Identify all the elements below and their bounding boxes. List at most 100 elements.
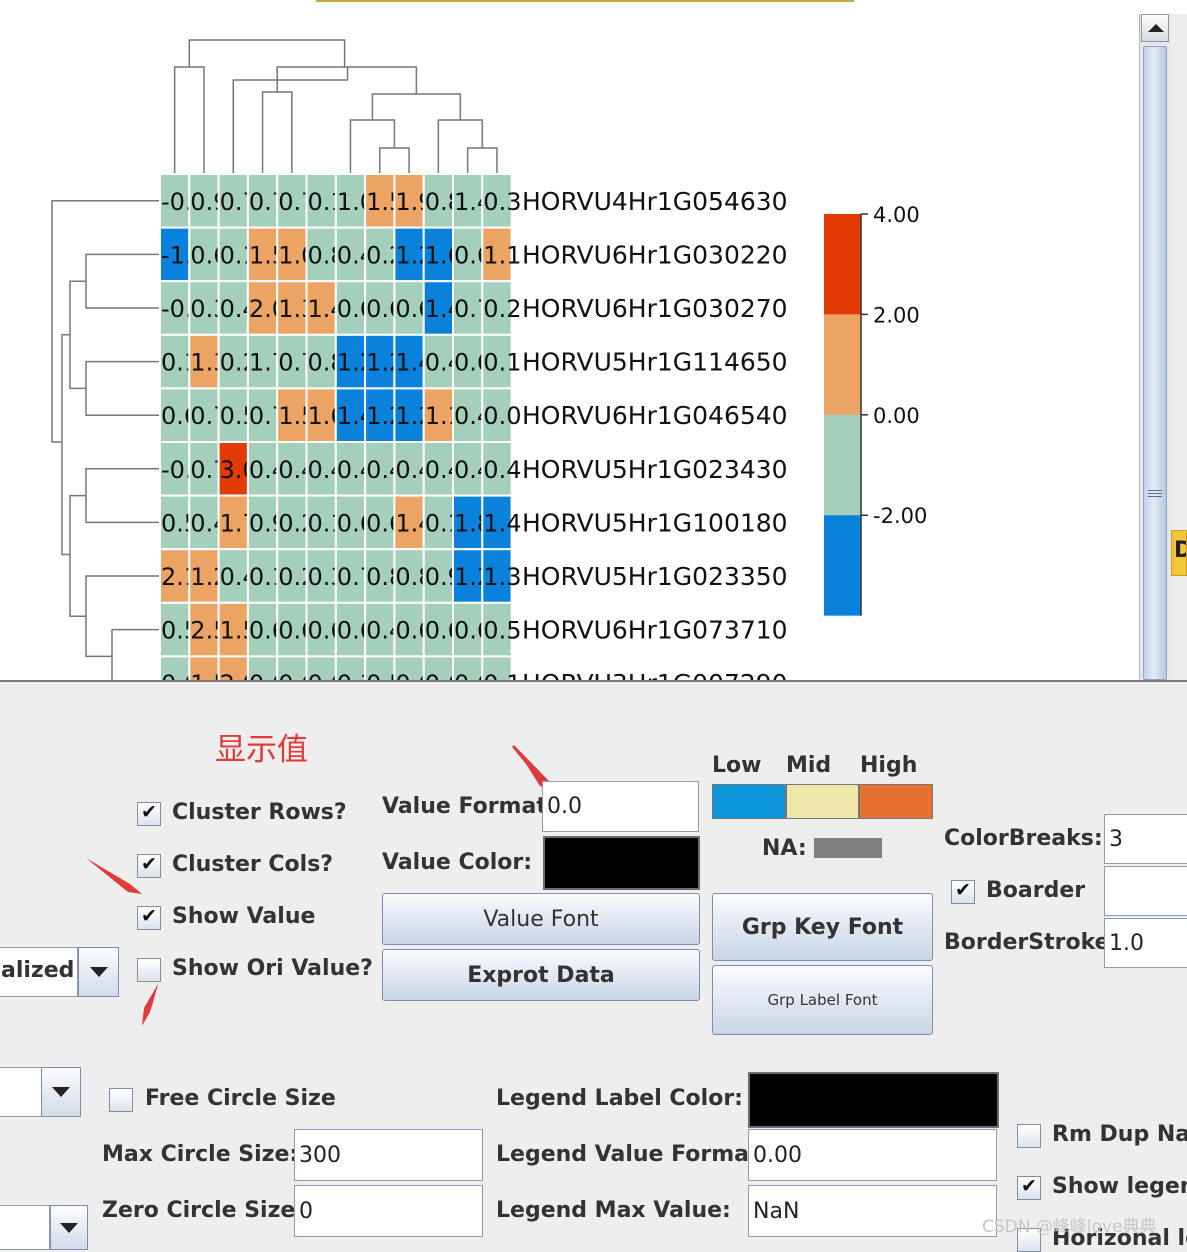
shape-dropdown-icon[interactable] bbox=[50, 1205, 88, 1250]
column-dendrogram-branch bbox=[188, 39, 346, 67]
column-dendrogram-branch bbox=[173, 66, 205, 174]
legend-value-format-label: Legend Value Format: bbox=[496, 1142, 769, 1167]
value-color-swatch[interactable] bbox=[543, 836, 700, 890]
value-font-button[interactable]: Value Font bbox=[382, 893, 700, 945]
colorbreaks-label: ColorBreaks: bbox=[944, 826, 1103, 851]
legend-tick-label: -2.00 bbox=[873, 504, 927, 528]
column-dendrogram-branch bbox=[379, 147, 410, 174]
na-color-swatch[interactable] bbox=[814, 838, 882, 858]
boarder-label: Boarder bbox=[986, 878, 1086, 903]
row-gene-label: HORVU5Hr1G114650 bbox=[522, 348, 788, 377]
cluster-cols-checkbox[interactable] bbox=[137, 853, 161, 878]
heatmap-cell-value: 0.4 bbox=[483, 456, 521, 484]
annotation-label: 显示值 bbox=[215, 732, 308, 768]
grp-label-font-button[interactable]: Grp Label Font bbox=[712, 965, 933, 1035]
heatmap-cell-value: 0.3 bbox=[483, 188, 521, 216]
legend-tick-label: 0.00 bbox=[873, 404, 920, 428]
normalization-combo[interactable]: alized bbox=[0, 947, 78, 997]
side-strip bbox=[1171, 14, 1187, 681]
legend-color-block bbox=[824, 515, 861, 616]
row-gene-label: HORVU6Hr1G046540 bbox=[522, 401, 788, 430]
column-dendrogram-branch bbox=[349, 119, 396, 174]
circle-type-dropdown-icon[interactable] bbox=[41, 1067, 81, 1117]
high-label: High bbox=[860, 753, 918, 778]
value-format-input[interactable]: 0.0 bbox=[542, 781, 699, 832]
split-divider[interactable] bbox=[0, 680, 1187, 682]
boarder-color-field[interactable] bbox=[1104, 866, 1187, 916]
colorbreaks-input[interactable]: 3 bbox=[1104, 814, 1187, 864]
side-tab[interactable]: D bbox=[1171, 530, 1187, 576]
column-dendrogram-branch bbox=[466, 147, 498, 174]
export-data-button[interactable]: Exprot Data bbox=[382, 949, 700, 1001]
row-gene-label: HORVU5Hr1G023430 bbox=[522, 455, 788, 484]
heatmap-cell-value: 0.2 bbox=[483, 295, 521, 323]
scrollbar-thumb[interactable] bbox=[1143, 46, 1167, 680]
row-dendrogram-branch bbox=[85, 575, 160, 658]
cluster-rows-checkbox[interactable] bbox=[137, 801, 161, 826]
show-legend-label: Show legen bbox=[1052, 1174, 1187, 1199]
scroll-up-arrow-icon[interactable] bbox=[1141, 14, 1169, 42]
normalization-dropdown-icon[interactable] bbox=[78, 947, 119, 997]
row-gene-label: HORVU5Hr1G100180 bbox=[522, 508, 788, 537]
border-stroke-input[interactable]: 1.0 bbox=[1104, 918, 1187, 968]
mid-color-swatch[interactable] bbox=[786, 784, 859, 819]
cluster-cols-label: Cluster Cols? bbox=[172, 852, 334, 877]
watermark: CSDN @峰峰love典典 bbox=[982, 1217, 1157, 1237]
zero-circle-size-input[interactable]: 0 bbox=[294, 1185, 483, 1237]
column-dendrogram-branch bbox=[371, 93, 462, 120]
show-ori-value-label: Show Ori Value? bbox=[172, 956, 373, 981]
column-dendrogram-branch bbox=[232, 67, 349, 174]
heatmap-cell-value: 0.5 bbox=[483, 617, 521, 645]
row-dendrogram-branch bbox=[51, 200, 160, 443]
row-dendrogram-branch bbox=[85, 468, 160, 524]
low-color-swatch[interactable] bbox=[712, 784, 786, 819]
high-color-swatch[interactable] bbox=[859, 784, 933, 819]
cluster-rows-label: Cluster Rows? bbox=[172, 800, 347, 825]
row-gene-label: HORVU4Hr1G054630 bbox=[522, 187, 788, 216]
show-legend-checkbox[interactable] bbox=[1017, 1175, 1041, 1200]
value-color-label: Value Color: bbox=[382, 850, 533, 875]
heatmap-cell-value: 1.4 bbox=[483, 509, 521, 537]
low-label: Low bbox=[712, 753, 762, 778]
row-dendrogram-branch bbox=[85, 360, 160, 416]
free-circle-size-label: Free Circle Size bbox=[145, 1086, 336, 1111]
legend-color-block bbox=[824, 214, 861, 315]
heatmap-cell-value: 1.1 bbox=[483, 241, 521, 269]
row-gene-label: HORVU6Hr1G030220 bbox=[522, 240, 788, 269]
heatmap-cell-value: 0.1 bbox=[483, 349, 521, 377]
legend-color-block bbox=[824, 314, 861, 415]
rm-dup-names-checkbox[interactable] bbox=[1017, 1124, 1041, 1148]
max-circle-size-label: Max Circle Size: bbox=[102, 1142, 299, 1167]
boarder-checkbox[interactable] bbox=[951, 879, 975, 904]
show-value-checkbox[interactable] bbox=[137, 905, 161, 930]
grp-key-font-button[interactable]: Grp Key Font bbox=[712, 893, 933, 961]
heatmap-canvas: -0.8 0.9 0.7 0.7 0.7 0.1 1.0 1.5 1.9 0.8 1.4 0.3 HOR… bbox=[0, 0, 1187, 681]
heatmap-svg: -0.80.90.70.70.70.11.01.51.90.81.40.3 HOR… bbox=[51, 39, 927, 681]
show-ori-value-checkbox[interactable] bbox=[137, 958, 161, 982]
annotation-arrow-icon bbox=[142, 984, 158, 1026]
row-gene-label: HORVU6Hr1G073710 bbox=[522, 616, 788, 645]
shape-combo[interactable] bbox=[0, 1205, 50, 1250]
legend-label-color-swatch[interactable] bbox=[748, 1072, 999, 1128]
row-gene-label: HORVU5Hr1G023350 bbox=[522, 562, 788, 591]
legend-color-block bbox=[824, 414, 861, 516]
legend-value-format-input[interactable]: 0.00 bbox=[748, 1129, 997, 1181]
legend-max-value-label: Legend Max Value: bbox=[496, 1198, 731, 1223]
border-stroke-label: BorderStroke: bbox=[944, 930, 1119, 955]
row-dendrogram-branch bbox=[61, 334, 70, 556]
free-circle-size-checkbox[interactable] bbox=[109, 1088, 133, 1112]
zero-circle-size-label: Zero Circle Size: bbox=[102, 1198, 305, 1223]
heatmap-cell-value: 1.3 bbox=[483, 563, 521, 591]
circle-type-combo[interactable] bbox=[0, 1067, 42, 1117]
row-gene-label: HORVU6Hr1G030270 bbox=[522, 294, 788, 323]
legend-max-value-input[interactable]: NaN bbox=[748, 1185, 997, 1237]
mid-label: Mid bbox=[786, 753, 832, 778]
column-dendrogram-branch bbox=[437, 119, 484, 174]
column-dendrogram-branch bbox=[261, 91, 293, 174]
max-circle-size-input[interactable]: 300 bbox=[294, 1129, 483, 1181]
value-format-label: Value Format: bbox=[382, 794, 556, 819]
heatmap-cell-value: 0.0 bbox=[483, 402, 521, 430]
scroll-grip-icon bbox=[1148, 490, 1162, 498]
normalization-combo-value: alized bbox=[1, 958, 75, 983]
legend-tick-label: 2.00 bbox=[873, 303, 920, 327]
